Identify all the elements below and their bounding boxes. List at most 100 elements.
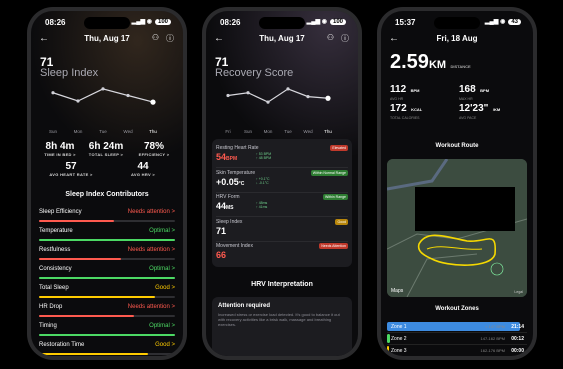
contributors-title: Sleep Index Contributors: [65, 191, 149, 198]
trend-point[interactable]: [306, 95, 310, 99]
contributor-status: Needs attention >: [127, 209, 175, 215]
contributor-bar: [39, 277, 175, 279]
share-icon[interactable]: ⚇: [327, 33, 334, 42]
trend-point[interactable]: [266, 100, 270, 104]
workout-route-map[interactable]: Maps Legal: [387, 159, 527, 297]
trend-point[interactable]: [101, 87, 105, 91]
contributor-row[interactable]: Sleep Efficiency Needs attention >: [39, 207, 175, 224]
trend-line: [227, 88, 329, 103]
stat-unit: BPM: [480, 88, 490, 93]
contributor-row[interactable]: Restfulness Needs attention >: [39, 245, 175, 262]
trend-point[interactable]: [226, 93, 230, 98]
stat-efficiency[interactable]: 78% EFFICIENCY >: [131, 141, 177, 157]
contributor-status: Good >: [155, 342, 175, 348]
zone-fill: [387, 346, 390, 355]
zone-name: Zone 2: [391, 336, 407, 342]
trend-point[interactable]: [150, 99, 156, 105]
contributor-name: Timing: [39, 323, 57, 329]
metric-row[interactable]: Resting Heart Rate Elevated 54BPM ↑ 53 BPM ↑…: [216, 143, 348, 168]
contributor-status: Optimal >: [149, 228, 175, 234]
stat-value: 57: [65, 161, 77, 172]
trend-day-label: Sun: [49, 129, 58, 134]
stat-avg-pace: 12'23" /KM AVG PACE: [459, 98, 525, 120]
map-legal-link[interactable]: Legal: [514, 290, 523, 294]
metric-value-number: +0.05: [216, 176, 239, 187]
trend-day-label: Sun: [244, 129, 253, 134]
metric-row[interactable]: Sleep Index Good 71: [216, 217, 348, 242]
contributor-row[interactable]: Temperature Optimal >: [39, 226, 175, 243]
contributor-bar-fill: [39, 296, 155, 298]
attention-text: Increased stress or exercise load detect…: [218, 312, 340, 327]
metric-badge: Within Normal Range: [310, 169, 348, 176]
metric-row[interactable]: HRV Form Within Range 44MS ↑ 48ms ↑ 41ms: [216, 192, 348, 217]
info-icon[interactable]: ⓘ: [341, 33, 349, 44]
metric-badge: Within Range: [322, 194, 348, 200]
contributor-status: Needs attention >: [127, 247, 175, 253]
screen: 15:37 ▂▄▆ ◉ 43 ← Fri, 18 Aug 2.59KM DISTA…: [381, 11, 533, 356]
zone-row: Zone 2 147-162 BPM 00:12: [387, 333, 527, 345]
distance-label: DISTANCE: [450, 64, 471, 69]
trend-point[interactable]: [51, 91, 55, 95]
metrics-card: Resting Heart Rate Elevated 54BPM ↑ 53 BPM ↑…: [212, 139, 352, 267]
stat-label: EFFICIENCY >: [138, 152, 170, 157]
share-icon[interactable]: ⚇: [152, 33, 159, 42]
contributor-bar: [39, 258, 175, 260]
contributor-row[interactable]: HR Drop Needs attention >: [39, 302, 175, 319]
stat-value: 6h 24m: [88, 141, 124, 152]
metric-deltas: ↑ +0.1°C ↓ -0.1°C: [256, 177, 270, 185]
contributor-bar-fill: [39, 220, 114, 222]
metric-value: 66: [216, 250, 226, 260]
battery-icon: 100: [154, 19, 171, 25]
contributor-status: Good >: [155, 285, 175, 291]
hrv-interpretation-title: HRV Interpretation: [251, 281, 313, 288]
metric-unit: MS: [226, 205, 234, 211]
trend-point[interactable]: [286, 87, 290, 91]
contributor-bar: [39, 315, 175, 317]
stat-label: TOTAL CALORIES: [390, 116, 420, 120]
stat-label: AVG HEART RATE >: [49, 172, 93, 177]
contributor-row[interactable]: Restoration Time Good >: [39, 340, 175, 356]
info-icon[interactable]: ⓘ: [166, 33, 174, 44]
status-bar: 15:37 ▂▄▆ ◉ 43: [381, 17, 533, 29]
metric-value: 54BPM: [216, 152, 237, 162]
page-date: Thu, Aug 17: [259, 34, 305, 43]
contributor-row[interactable]: Timing Optimal >: [39, 321, 175, 338]
metric-row[interactable]: Movement Index Needs Attention 66: [216, 241, 348, 265]
contributor-bar-fill: [39, 353, 148, 355]
contributor-bar: [39, 334, 175, 336]
screen: 08:26 ▂▄▆ ◉ 100 ← Thu, Aug 17 ⚇ ⓘ 71 Slee…: [31, 11, 183, 356]
zone-range: 162-176 BPM: [480, 348, 505, 353]
metric-value-number: 71: [216, 225, 227, 236]
trend-day-label: Thu: [149, 129, 157, 134]
contributor-bar-fill: [39, 315, 135, 317]
route-title: Workout Route: [435, 143, 479, 149]
stat-avg-hrv[interactable]: 44 AVG HRV >: [109, 161, 177, 177]
trend-point[interactable]: [246, 91, 250, 95]
zone-time: 21:14: [511, 324, 524, 330]
metric-title: Skin Temperature: [216, 169, 256, 176]
metric-value-number: 44: [216, 201, 227, 211]
status-icons: ▂▄▆ ◉ 100: [132, 18, 171, 25]
stat-value: 44: [137, 161, 149, 172]
status-time: 15:37: [395, 18, 416, 27]
attention-card: Attention required Increased stress or e…: [212, 297, 352, 356]
trend-point[interactable]: [126, 93, 130, 98]
zone-range: 147-162 BPM: [480, 336, 505, 341]
trend-point[interactable]: [325, 95, 331, 101]
stat-value: 12'23": [459, 103, 489, 114]
contributor-row[interactable]: Total Sleep Good >: [39, 283, 175, 300]
phone-workout: 15:37 ▂▄▆ ◉ 43 ← Fri, 18 Aug 2.59KM DISTA…: [377, 7, 537, 360]
contributor-bar-fill: [39, 258, 121, 260]
trend-day-label: Wed: [123, 129, 133, 134]
metric-row[interactable]: Skin Temperature Within Normal Range +0.05…: [216, 168, 348, 193]
stat-unit: /KM: [492, 107, 501, 112]
stat-time-in-bed[interactable]: 8h 4m TIME IN BED >: [37, 141, 83, 157]
trend-point[interactable]: [76, 99, 80, 103]
distance-block: 2.59KM DISTANCE: [390, 51, 471, 74]
zone-time: 00:00: [511, 348, 524, 354]
stat-avg-heart-rate[interactable]: 57 AVG HEART RATE >: [37, 161, 105, 177]
contributor-row[interactable]: Consistency Optimal >: [39, 264, 175, 281]
contributor-status: Needs attention >: [127, 304, 175, 310]
stat-total-sleep[interactable]: 6h 24m TOTAL SLEEP >: [83, 141, 129, 157]
sleep-trend-chart: Sun Mon Tue Wed Thu: [49, 87, 157, 134]
